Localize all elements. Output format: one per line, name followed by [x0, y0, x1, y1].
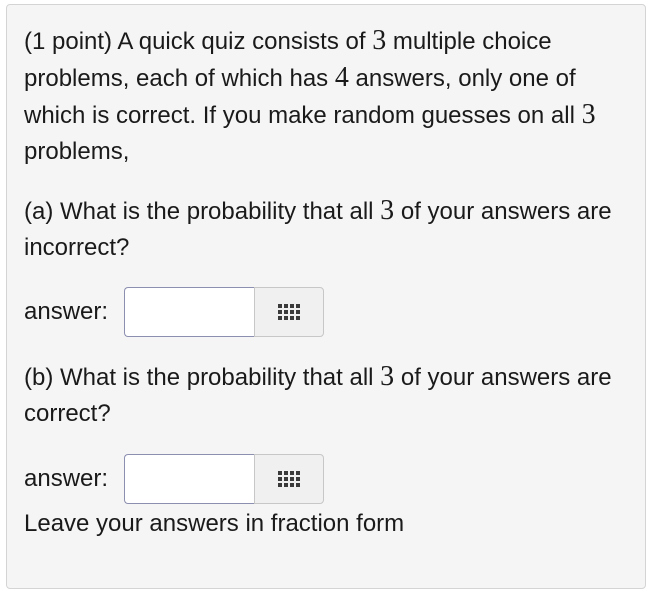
part-b-question: (b) What is the probability that all 3 o…: [24, 359, 624, 432]
keypad-grid-icon: [278, 304, 300, 320]
part-b-answer-row: answer:: [24, 453, 624, 505]
part-a-answer-input[interactable]: [124, 287, 254, 337]
part-a-answer-label: answer:: [24, 298, 109, 325]
keypad-grid-icon: [278, 471, 300, 487]
part-b-number: 3: [380, 361, 395, 392]
part-a-question: (a) What is the probability that all 3 o…: [24, 193, 624, 266]
part-a-text-1: (a) What is the probability that all: [24, 198, 374, 225]
num-problems-repeat: 3: [581, 99, 596, 130]
intro-text-1: (1 point) A quick quiz consists of: [24, 28, 366, 55]
problem-statement: (1 point) A quick quiz consists of 3 mul…: [24, 23, 624, 170]
intro-text-4: problems,: [24, 138, 130, 165]
part-b-answer-input[interactable]: [124, 454, 254, 504]
num-problems: 3: [372, 25, 387, 56]
part-a-number: 3: [380, 195, 395, 226]
part-a-answer-row: answer:: [24, 286, 624, 338]
part-b-text-1: (b) What is the probability that all: [24, 364, 374, 391]
problem-content: (1 point) A quick quiz consists of 3 mul…: [24, 23, 624, 542]
part-b-answer-label: answer:: [24, 465, 109, 492]
problem-panel: (1 point) A quick quiz consists of 3 mul…: [6, 4, 646, 589]
fraction-form-note: Leave your answers in fraction form: [24, 510, 405, 537]
num-answers: 4: [334, 62, 349, 93]
part-a-keypad-button[interactable]: [254, 287, 324, 337]
part-b-keypad-button[interactable]: [254, 454, 324, 504]
